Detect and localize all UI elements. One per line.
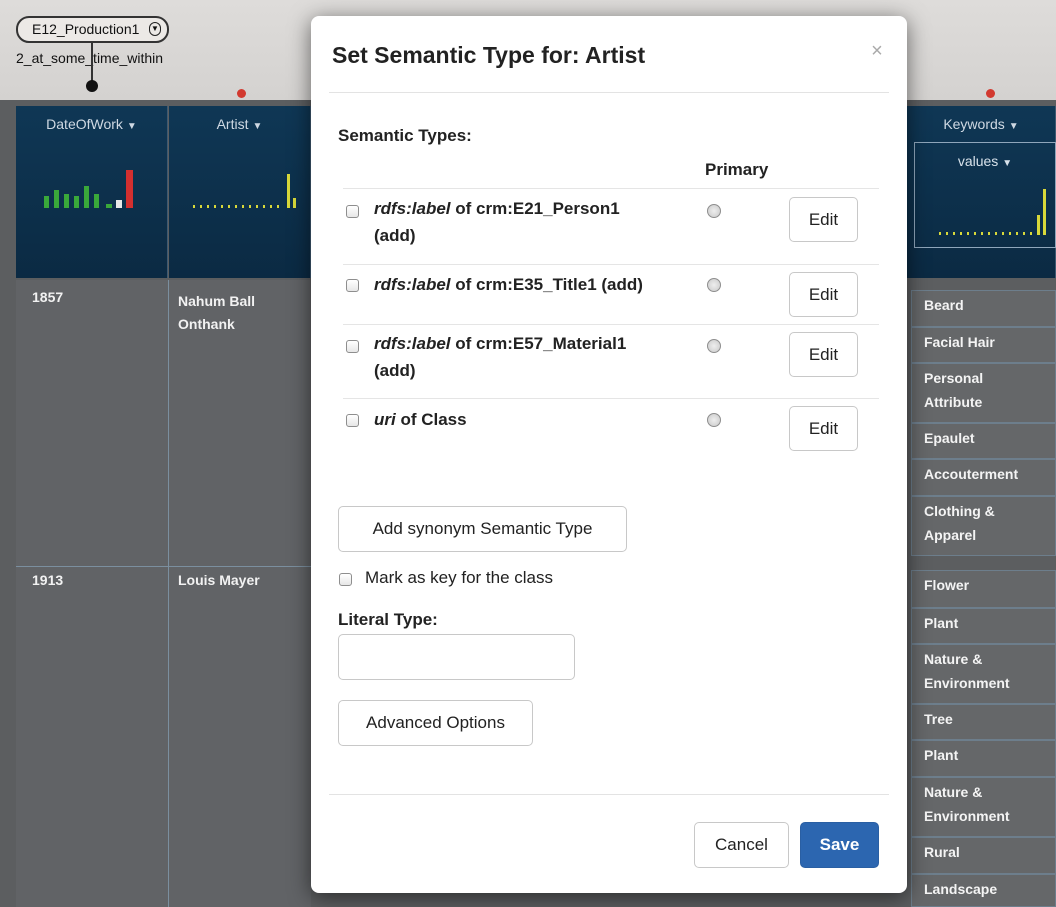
semantic-type-row: uri of Class Edit <box>338 404 878 460</box>
table-cell[interactable]: Nahum Ball <box>178 291 255 311</box>
class-node-label: E12_Production1 <box>32 21 140 37</box>
keyword-cell[interactable]: Accouterment <box>911 459 1056 496</box>
column-title[interactable]: Keywords ▼ <box>907 116 1055 132</box>
literal-type-input[interactable] <box>338 634 575 680</box>
primary-radio[interactable] <box>707 339 721 353</box>
primary-radio[interactable] <box>707 413 721 427</box>
semantic-type-label: rdfs:label of crm:E57_Material1 <box>374 334 627 353</box>
column-cells-dateofwork <box>16 280 168 907</box>
keyword-cell[interactable]: Flower <box>911 570 1056 608</box>
unassigned-marker-icon <box>986 89 995 98</box>
keyword-cell[interactable]: Nature & Environment <box>911 777 1056 837</box>
chevron-down-icon: ▼ <box>1002 158 1013 169</box>
dialog-title: Set Semantic Type for: Artist <box>332 42 646 68</box>
semantic-type-row: rdfs:label of crm:E21_Person1 (add) Edit <box>338 194 878 264</box>
column-title[interactable]: DateOfWork ▼ <box>16 116 167 132</box>
divider <box>329 92 889 93</box>
unassigned-marker-icon <box>237 89 246 98</box>
close-icon[interactable]: × <box>867 38 887 64</box>
semantic-type-checkbox[interactable] <box>346 340 359 353</box>
chevron-down-icon: ▼ <box>126 121 137 132</box>
semantic-type-checkbox[interactable] <box>346 279 359 292</box>
edit-button[interactable]: Edit <box>789 406 858 451</box>
semantic-type-checkbox[interactable] <box>346 205 359 218</box>
semantic-type-label-line2: (add) <box>374 361 416 380</box>
table-cell[interactable]: Louis Mayer <box>178 570 260 590</box>
keyword-cell[interactable]: Plant <box>911 740 1056 777</box>
keyword-cell[interactable]: Epaulet <box>911 423 1056 459</box>
keyword-cell[interactable]: Nature & Environment <box>911 644 1056 704</box>
semantic-type-label: rdfs:label of crm:E35_Title1 (add) <box>374 275 643 294</box>
graph-link-endpoint <box>86 80 98 92</box>
table-cell[interactable]: 1857 <box>32 287 63 307</box>
primary-column-header: Primary <box>705 160 769 179</box>
semantic-type-row: rdfs:label of crm:E35_Title1 (add) Edit <box>338 270 878 326</box>
histogram-sparkline <box>16 158 167 208</box>
chevron-down-icon: ▼ <box>252 121 263 132</box>
keyword-cell[interactable]: Plant <box>911 608 1056 644</box>
property-link-label: 2_at_some_time_within <box>16 50 164 66</box>
add-synonym-button[interactable]: Add synonym Semantic Type <box>338 506 627 552</box>
nested-column-values[interactable]: values ▼ <box>914 142 1056 248</box>
semantic-type-label-line2: (add) <box>374 226 416 245</box>
advanced-options-button[interactable]: Advanced Options <box>338 700 533 746</box>
edit-button[interactable]: Edit <box>789 197 858 242</box>
column-header-artist[interactable]: Artist ▼ <box>169 106 311 278</box>
keyword-cell[interactable]: Beard <box>911 290 1056 327</box>
graph-link-line <box>91 43 93 85</box>
semantic-types-heading: Semantic Types: <box>338 126 472 145</box>
class-node-e12-production[interactable]: E12_Production1 ▼ <box>16 16 169 43</box>
histogram-sparkline <box>939 232 1034 235</box>
semantic-type-dialog: Set Semantic Type for: Artist × Semantic… <box>311 16 907 893</box>
semantic-type-label: rdfs:label of crm:E21_Person1 <box>374 199 620 218</box>
table-cell[interactable]: Onthank <box>178 314 235 334</box>
keyword-cell[interactable]: Tree <box>911 704 1056 740</box>
histogram-sparkline <box>169 158 310 208</box>
table-cell[interactable]: 1913 <box>32 570 63 590</box>
keyword-cell[interactable]: Clothing & Apparel <box>911 496 1056 556</box>
column-cells-artist <box>169 280 311 907</box>
edit-button[interactable]: Edit <box>789 272 858 317</box>
column-header-dateofwork[interactable]: DateOfWork ▼ <box>16 106 168 278</box>
keyword-cell[interactable]: Facial Hair <box>911 327 1056 363</box>
save-button[interactable]: Save <box>800 822 879 868</box>
semantic-type-label: uri of Class <box>374 410 467 429</box>
semantic-type-row: rdfs:label of crm:E57_Material1 (add) Ed… <box>338 330 878 400</box>
cancel-button[interactable]: Cancel <box>694 822 789 868</box>
semantic-type-checkbox[interactable] <box>346 414 359 427</box>
column-title[interactable]: Artist ▼ <box>169 116 310 132</box>
divider <box>329 794 889 795</box>
edit-button[interactable]: Edit <box>789 332 858 377</box>
chevron-down-icon: ▼ <box>1008 121 1019 132</box>
keyword-cell[interactable]: Landscape <box>911 874 1056 907</box>
literal-type-label: Literal Type: <box>338 610 438 629</box>
keyword-cell[interactable]: Rural <box>911 837 1056 874</box>
mark-key-checkbox[interactable] <box>339 573 352 586</box>
keyword-cell[interactable]: Personal Attribute <box>911 363 1056 423</box>
primary-radio[interactable] <box>707 278 721 292</box>
mark-key-label: Mark as key for the class <box>365 568 554 587</box>
chevron-down-icon[interactable]: ▼ <box>149 22 161 36</box>
primary-radio[interactable] <box>707 204 721 218</box>
